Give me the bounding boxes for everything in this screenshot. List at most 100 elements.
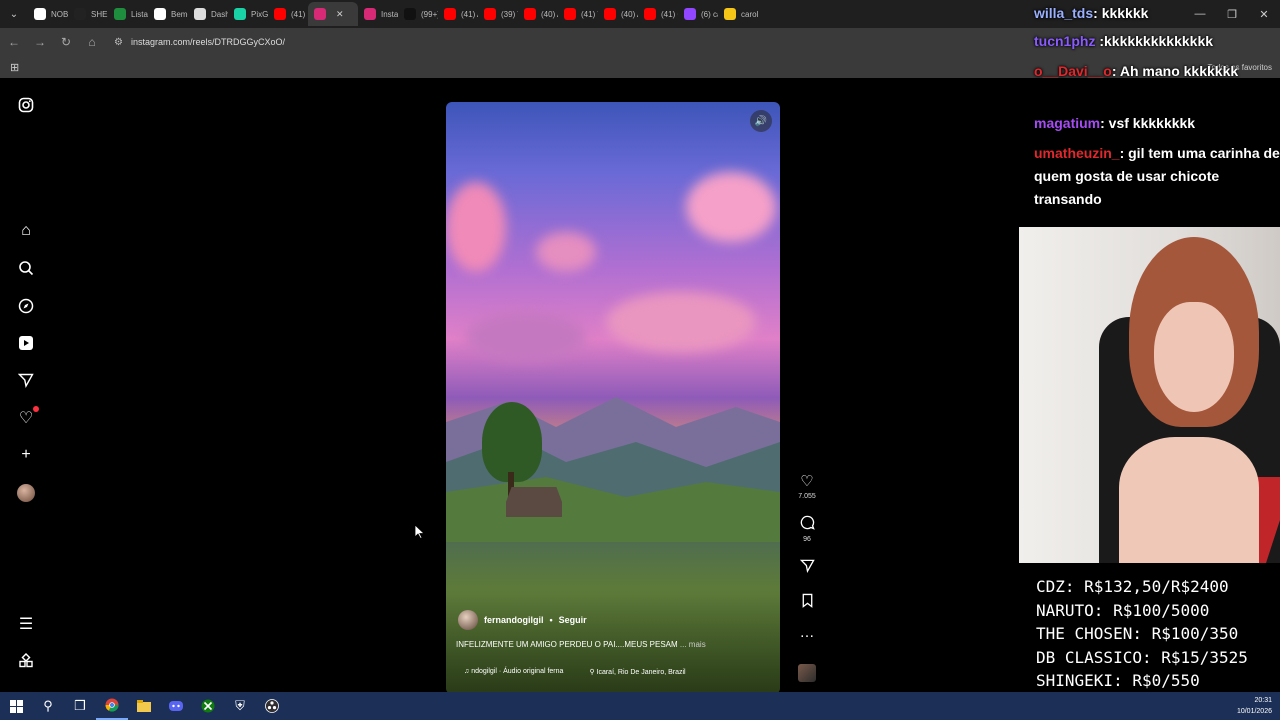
tab-favicon-icon: [604, 8, 616, 20]
profile-avatar[interactable]: [16, 483, 36, 503]
chat-text: : Ah mano kkkkkkk: [1111, 63, 1239, 79]
tab-favicon-icon: [194, 8, 206, 20]
security-shield-icon[interactable]: ⛨: [224, 692, 256, 720]
stream-chat: willa_tds: kkkkkk tucn1phz :kkkkkkkkkkkkk…: [1030, 0, 1280, 225]
comment-icon[interactable]: [794, 515, 820, 534]
audio-label[interactable]: ♫ ndogilgil · Áudio original ferna: [464, 668, 563, 676]
obs-icon[interactable]: [256, 692, 288, 720]
tab-favicon-icon: [564, 8, 576, 20]
xbox-icon[interactable]: [192, 692, 224, 720]
tab-search-icon[interactable]: ⌄: [0, 0, 28, 28]
goal-line: CDZ: R$132,50/R$2400: [1036, 577, 1229, 596]
sound-toggle-icon[interactable]: 🔊: [750, 110, 772, 132]
file-explorer-icon[interactable]: [128, 692, 160, 720]
chrome-icon[interactable]: [96, 692, 128, 720]
home-nav-icon[interactable]: ⌂: [16, 221, 36, 241]
tab-label: (39) Tl: [501, 9, 518, 19]
task-view-icon[interactable]: ❒: [64, 692, 96, 720]
tab-favicon-icon: [274, 8, 286, 20]
tab-favicon-icon: [644, 8, 656, 20]
location-label[interactable]: ⚲ Icaraí, Rio De Janeiro, Brazil: [589, 668, 685, 676]
tab-favicon-icon: [444, 8, 456, 20]
tab-label: Dashb: [211, 9, 228, 19]
notifications-heart-icon[interactable]: ♡: [16, 406, 39, 428]
audio-thumbnail[interactable]: [798, 664, 816, 682]
windows-taskbar: ⚲ ❒ ⛨ 20:31 10/01/2026: [0, 692, 1280, 720]
tab-label: (40) Al: [621, 9, 638, 19]
home-icon[interactable]: ⌂: [80, 30, 104, 54]
browser-tab[interactable]: PixGG: [228, 2, 268, 26]
search-icon[interactable]: [16, 258, 36, 278]
instagram-logo-icon[interactable]: [16, 95, 36, 115]
wooden-hut: [506, 487, 562, 517]
browser-tab[interactable]: carole: [718, 2, 758, 26]
chat-message: umatheuzin_: gil tem uma carinha de quem…: [1034, 142, 1280, 211]
browser-tab[interactable]: (40) Al: [598, 2, 638, 26]
tab-label: (41) O: [661, 9, 678, 19]
messages-icon[interactable]: [16, 370, 36, 390]
streamer-webcam: [1019, 227, 1280, 563]
more-menu-icon[interactable]: ☰: [16, 614, 36, 634]
threads-apps-icon[interactable]: [16, 651, 36, 671]
reels-icon[interactable]: [16, 333, 36, 353]
streamer-face: [1154, 302, 1234, 412]
create-plus-icon[interactable]: +: [16, 445, 36, 465]
browser-tab[interactable]: SHEIN: [68, 2, 108, 26]
browser-tab[interactable]: (99+)E: [398, 2, 438, 26]
chat-text: : vsf kkkkkkkk: [1100, 115, 1196, 131]
reel-meta: ♫ ndogilgil · Áudio original ferna ⚲ Ica…: [464, 668, 686, 676]
tab-label: carole: [741, 9, 758, 19]
like-count: 7.055: [798, 493, 816, 500]
browser-tab[interactable]: NOBRE: [28, 2, 68, 26]
browser-tab[interactable]: Lista C: [108, 2, 148, 26]
more-options-icon[interactable]: …: [794, 624, 820, 641]
start-windows-icon[interactable]: [0, 692, 32, 720]
share-icon[interactable]: [794, 558, 820, 577]
browser-tab[interactable]: ✕: [308, 2, 358, 26]
browser-tab[interactable]: Dashb: [188, 2, 228, 26]
screen: ⌄ NOBRE SHEIN Lista C Bem-v Dashb PixGG (41) ♫…: [0, 0, 1280, 720]
browser-tab[interactable]: (41) O: [638, 2, 678, 26]
tab-favicon-icon: [74, 8, 86, 20]
instagram-page: ⌂ ♡ + ☰ 🔊 fernandogilgil • Seguir INFELI…: [0, 80, 1020, 694]
save-bookmark-icon[interactable]: [794, 593, 820, 612]
tab-label: (41) Al: [461, 9, 478, 19]
browser-tab[interactable]: Bem-v: [148, 2, 188, 26]
explore-icon[interactable]: [16, 296, 36, 316]
tab-close-icon[interactable]: ✕: [336, 9, 344, 20]
system-clock[interactable]: 20:31 10/01/2026: [1237, 695, 1272, 717]
follow-button[interactable]: Seguir: [559, 615, 587, 625]
tab-favicon-icon: [234, 8, 246, 20]
discord-icon[interactable]: [160, 692, 192, 720]
browser-tab[interactable]: (6) car: [678, 2, 718, 26]
tab-label: (99+)E: [421, 9, 438, 19]
browser-tab[interactable]: Instag: [358, 2, 398, 26]
goal-line: NARUTO: R$100/5000: [1036, 600, 1210, 620]
chat-username: magatium: [1034, 115, 1101, 131]
back-icon[interactable]: ←: [2, 30, 26, 54]
taskbar-search-icon[interactable]: ⚲: [32, 692, 64, 720]
site-info-icon[interactable]: ⚙: [114, 37, 123, 48]
forward-icon[interactable]: →: [28, 30, 52, 54]
browser-tab[interactable]: (41) ♫: [268, 2, 308, 26]
author-avatar[interactable]: [458, 610, 478, 630]
author-name[interactable]: fernandogilgil: [484, 615, 544, 625]
reload-icon[interactable]: ↻: [54, 30, 78, 54]
tab-label: (40) Al: [541, 9, 558, 19]
address-bar[interactable]: ⚙ instagram.com/reels/DTRDGGyCXoO/: [110, 31, 1010, 53]
chat-username: willa_tds: [1034, 5, 1094, 21]
like-heart-icon[interactable]: ♡: [794, 472, 820, 490]
reel-video[interactable]: 🔊 fernandogilgil • Seguir INFELIZMENTE U…: [446, 102, 780, 694]
chat-text: :kkkkkkkkkkkkkk: [1095, 33, 1214, 49]
browser-tab[interactable]: (41) Ve: [558, 2, 598, 26]
browser-tab[interactable]: (39) Tl: [478, 2, 518, 26]
tab-favicon-icon: [484, 8, 496, 20]
reel-caption[interactable]: INFELIZMENTE UM AMIGO PERDEU O PAI....ME…: [456, 640, 706, 649]
browser-tab[interactable]: (40) Al: [518, 2, 558, 26]
apps-grid-icon[interactable]: ⊞: [10, 61, 19, 74]
browser-tab[interactable]: (41) Al: [438, 2, 478, 26]
chat-message: tucn1phz :kkkkkkkkkkkkkk: [1034, 30, 1280, 53]
caption-more-link[interactable]: ... mais: [680, 640, 706, 649]
chat-message: magatium: vsf kkkkkkkk: [1034, 112, 1280, 135]
author-row: fernandogilgil • Seguir: [458, 610, 587, 630]
